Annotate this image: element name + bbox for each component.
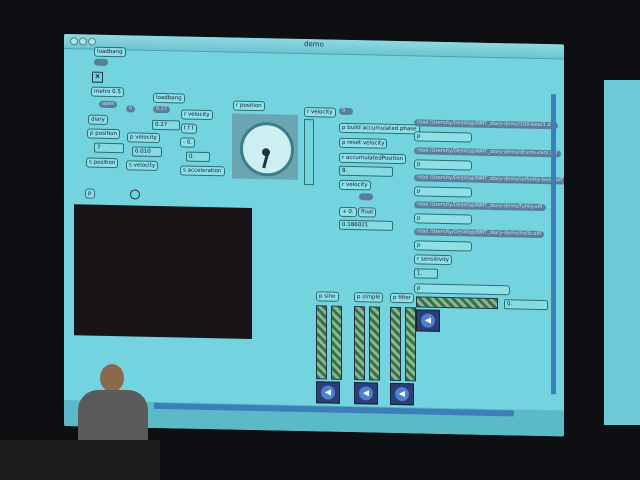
second-patcher-window: [604, 80, 640, 425]
read-message[interactable]: read /Users/ty/Desktop/NMT_diary-demo/un…: [414, 174, 564, 185]
p-filter-object[interactable]: p filter: [390, 292, 415, 304]
number-box[interactable]: 0.: [504, 299, 548, 311]
p-reset-object[interactable]: p reset velocity: [339, 137, 388, 149]
number-box[interactable]: 0.: [186, 151, 210, 163]
number-box[interactable]: 0.186021: [339, 219, 393, 231]
number-box[interactable]: 8.: [339, 165, 393, 177]
speaker-icon[interactable]: ◀: [354, 382, 378, 405]
slider[interactable]: [304, 119, 314, 186]
level-meter: [416, 296, 498, 310]
r-velocity-object-2[interactable]: r velocity: [304, 107, 336, 118]
message-box[interactable]: [94, 58, 108, 66]
podium: [0, 440, 160, 480]
open-message[interactable]: open: [99, 100, 118, 109]
loadbang-object[interactable]: loadbang: [94, 46, 126, 58]
read-message[interactable]: read /Users/ty/Desktop/NMT_diary-demo/10…: [414, 119, 559, 130]
number-box[interactable]: 7: [94, 142, 124, 154]
read-message[interactable]: read /Users/ty/Desktop/NMT_diary-demo/fu…: [414, 201, 546, 212]
message-box[interactable]: [359, 193, 373, 201]
sfplay-object[interactable]: p: [414, 131, 472, 143]
presenter: [78, 362, 148, 450]
lcd-canvas[interactable]: [74, 204, 252, 339]
level-meter: [369, 306, 380, 381]
s-position-object[interactable]: s position: [86, 157, 119, 169]
sfplay-object[interactable]: p: [414, 213, 472, 225]
r-position-object[interactable]: r position: [233, 100, 265, 112]
loadbang-object-2[interactable]: loadbang: [153, 92, 185, 104]
p-build-object[interactable]: p build accumulated phase: [339, 122, 420, 135]
s-acceleration-object[interactable]: s acceleration: [180, 165, 225, 177]
close-button[interactable]: [70, 37, 78, 46]
toggle-icon[interactable]: ✕: [92, 71, 103, 83]
button-icon[interactable]: [130, 189, 140, 200]
number-box[interactable]: 0.27: [152, 119, 180, 131]
speaker-icon[interactable]: ◀: [316, 381, 340, 404]
r-velocity-object[interactable]: r velocity: [181, 109, 213, 121]
p-simple-object[interactable]: p simple: [354, 292, 384, 303]
zoom-button[interactable]: [88, 37, 96, 46]
r-sensitivity-object[interactable]: r sensitivity: [414, 254, 453, 266]
p-position-object[interactable]: p position: [87, 128, 121, 140]
float-object[interactable]: float: [358, 207, 377, 218]
read-message[interactable]: read /Users/ty/Desktop/NMT_diary-demo/he…: [414, 228, 545, 239]
message-box[interactable]: 0: [339, 107, 353, 116]
p-object[interactable]: p: [414, 283, 510, 296]
speaker-icon[interactable]: ◀: [390, 382, 414, 406]
level-meter: [390, 306, 401, 382]
number-box[interactable]: 0.010: [132, 146, 162, 158]
dial-icon[interactable]: [232, 113, 298, 180]
minimize-button[interactable]: [79, 37, 87, 46]
plus-object[interactable]: + 0.: [339, 206, 357, 218]
level-meter: [405, 307, 416, 382]
metro-object[interactable]: metro 0.5: [91, 86, 124, 98]
p-object[interactable]: p: [85, 188, 95, 199]
message-0[interactable]: 0: [126, 105, 136, 113]
p-velocity-object[interactable]: p velocity: [127, 132, 160, 144]
window-title: demo: [304, 40, 324, 49]
message-0.27[interactable]: 0.27: [153, 105, 171, 114]
speaker-icon[interactable]: ◀: [416, 309, 440, 332]
r-accum-object[interactable]: r accumulatedPosition: [339, 152, 407, 165]
trigger-object[interactable]: t f f: [181, 123, 197, 134]
level-meter: [354, 306, 365, 381]
r-velocity-object-3[interactable]: r velocity: [339, 179, 371, 191]
diary-object[interactable]: diary: [88, 114, 108, 125]
s-velocity-object[interactable]: s velocity: [126, 160, 159, 171]
minus-object[interactable]: - 0.: [180, 137, 195, 148]
level-meter: [331, 305, 342, 380]
level-meter: [316, 305, 327, 380]
p-sine-object[interactable]: p sine: [316, 291, 339, 302]
read-message[interactable]: read /Users/ty/Desktop/NMT_diary-demo/dr…: [414, 147, 561, 158]
number-box[interactable]: 1.: [414, 268, 438, 279]
sfplay-object[interactable]: p: [414, 186, 472, 198]
vertical-scrollbar[interactable]: [551, 94, 556, 395]
sfplay-object[interactable]: p: [414, 240, 472, 252]
title-bar: demo: [64, 34, 564, 60]
sfplay-object[interactable]: p: [414, 159, 472, 171]
